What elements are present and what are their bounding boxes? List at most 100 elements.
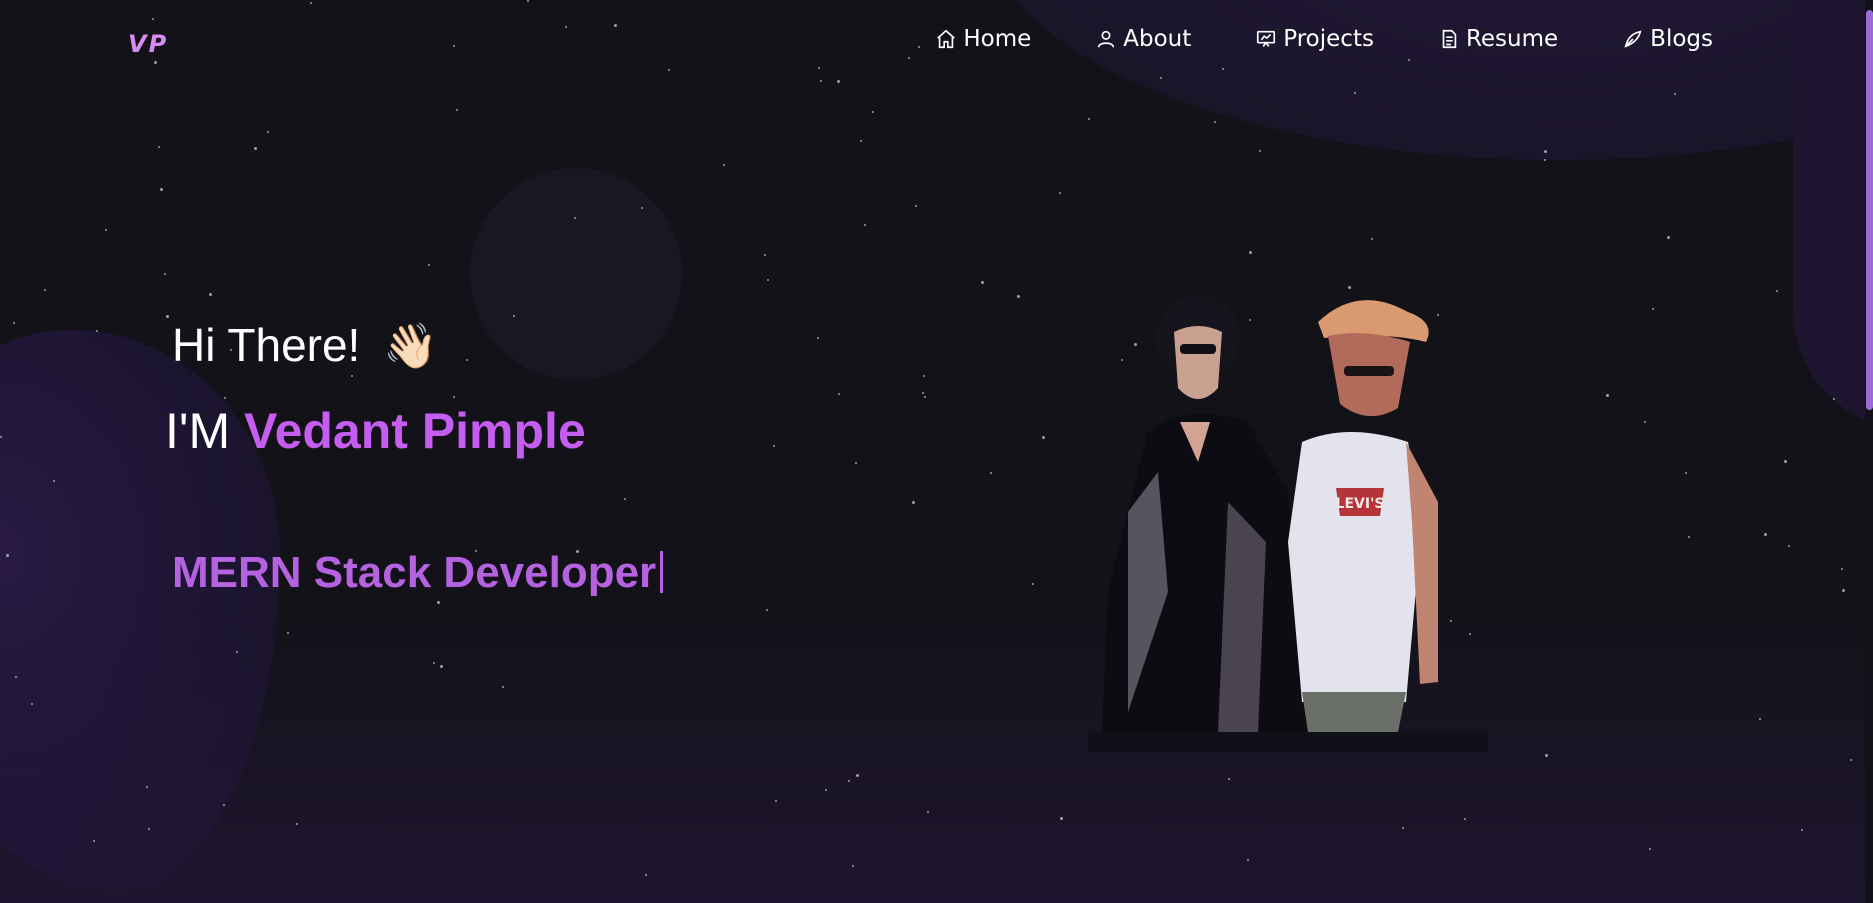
scrollbar[interactable] [1865,0,1873,903]
star-dot [1088,118,1090,120]
star-dot [574,217,576,219]
nav-item-projects[interactable]: Projects [1243,24,1386,54]
star-dot [1674,93,1676,95]
hero-name: Vedant Pimple [243,403,586,459]
star-dot [1017,295,1020,298]
star-dot [860,140,862,142]
star-dot [209,293,212,296]
star-dot [1841,568,1843,570]
intro-heading: I'M Vedant Pimple [165,402,586,460]
star-dot [1354,92,1356,94]
star-dot [433,662,435,664]
nav-item-about[interactable]: About [1083,24,1203,54]
star-dot [766,609,768,611]
star-dot [296,823,298,825]
star-dot [1764,533,1767,536]
star-dot [773,445,775,447]
star-dot [1644,421,1646,423]
star-dot [767,279,769,281]
star-dot [856,774,859,777]
star-dot [160,188,163,191]
star-dot [1801,829,1803,831]
star-dot [502,686,504,688]
star-dot [764,254,766,256]
star-dot [105,229,107,231]
star-dot [1544,159,1546,161]
nav-item-label: Home [963,26,1032,52]
star-dot [1776,290,1778,292]
star-dot [1784,460,1787,463]
star-dot [1371,238,1373,240]
star-dot [146,786,148,788]
navbar: VP Home About Projects Resume Blogs [0,0,1873,84]
nav-item-label: Resume [1465,26,1559,52]
star-dot [981,281,984,284]
star-dot [1652,308,1654,310]
nav-item-resume[interactable]: Resume [1426,24,1570,54]
star-dot [158,146,160,148]
star-dot [13,322,15,324]
star-dot [775,800,777,802]
star-dot [1649,848,1651,850]
star-dot [915,205,917,207]
star-dot [922,392,924,394]
star-dot [456,109,458,111]
star-dot [1032,583,1034,585]
logo[interactable]: VP [128,30,168,58]
portrait-figure-right: LEVI'S [1288,300,1438,732]
star-dot [1214,121,1216,123]
star-dot [148,828,150,830]
star-dot [1042,436,1045,439]
star-dot [166,315,169,318]
star-dot [96,330,98,332]
star-dot [15,676,17,678]
star-dot [351,375,353,377]
star-dot [93,840,95,842]
scrollbar-thumb[interactable] [1866,10,1873,410]
star-dot [927,811,929,813]
star-dot [428,264,430,266]
star-dot [164,273,166,275]
star-dot [1247,859,1249,861]
nav-item-blogs[interactable]: Blogs [1610,24,1725,54]
star-dot [53,480,55,482]
star-dot [1606,394,1609,397]
star-dot [838,393,840,395]
nav-item-home[interactable]: Home [923,24,1043,54]
star-dot [466,359,468,361]
star-dot [723,164,725,166]
star-dot [624,498,626,500]
star-dot [1544,150,1547,153]
star-dot [236,651,238,653]
star-dot [825,789,827,791]
portrait-figure-left [1102,295,1308,732]
star-dot [852,865,854,867]
role-text: MERN Stack Developer [172,548,657,597]
star-dot [1348,286,1351,289]
star-dot [1850,759,1852,761]
user-icon [1098,30,1115,48]
greeting-text: Hi There! [172,319,361,371]
star-dot [645,874,647,876]
star-dot [437,601,440,604]
star-dot [990,472,992,474]
star-dot [1545,754,1548,757]
star-dot [817,337,819,339]
star-dot [1464,818,1466,820]
star-dot [641,207,643,209]
star-dot [287,632,289,634]
star-dot [223,804,225,806]
nav-item-label: Blogs [1650,26,1713,52]
star-dot [924,396,926,398]
hero-portrait-image: LEVI'S [1088,295,1488,752]
projects-icon [1257,30,1276,47]
star-dot [1060,817,1063,820]
star-dot [1759,718,1761,720]
star-dot [453,396,455,398]
typewriter-role: MERN Stack Developer [172,548,664,598]
star-dot [513,315,515,317]
portrait-shadow [1088,732,1488,752]
star-dot [440,665,443,668]
star-dot [923,375,925,377]
star-dot [31,703,33,705]
